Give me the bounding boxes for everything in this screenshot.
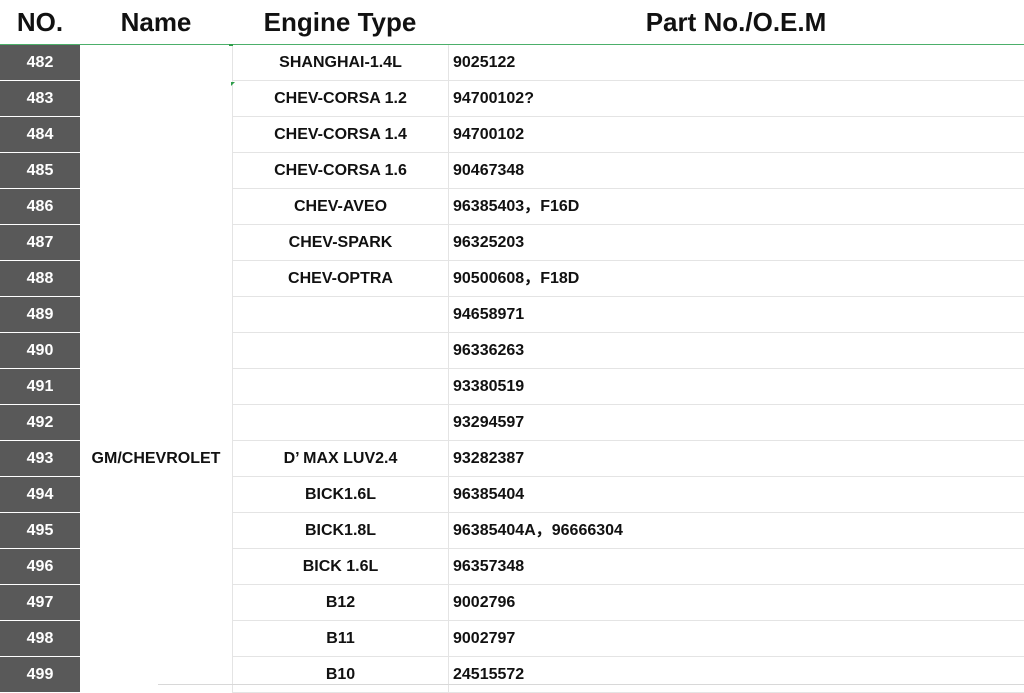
- header-name[interactable]: Name: [80, 0, 232, 44]
- row-number-cell[interactable]: 487: [0, 225, 80, 261]
- part-number-cell[interactable]: 94700102: [448, 117, 1024, 153]
- part-number-cell[interactable]: 96385403，F16D: [448, 189, 1024, 225]
- part-number-cell[interactable]: 24515572: [448, 657, 1024, 693]
- part-number-cell[interactable]: 96357348: [448, 549, 1024, 585]
- part-number-cell[interactable]: 94658971: [448, 297, 1024, 333]
- row-number-cell[interactable]: 495: [0, 513, 80, 549]
- engine-type-cell[interactable]: B12: [232, 585, 448, 621]
- engine-type-cell[interactable]: CHEV-OPTRA: [232, 261, 448, 297]
- header-part-no[interactable]: Part No./O.E.M: [448, 0, 1024, 44]
- engine-type-cell[interactable]: CHEV-SPARK: [232, 225, 448, 261]
- row-number-cell[interactable]: 497: [0, 585, 80, 621]
- cell-comment-marker: [229, 44, 233, 46]
- part-number-cell[interactable]: 96336263: [448, 333, 1024, 369]
- row-number-cell[interactable]: 493: [0, 441, 80, 477]
- part-number-cell[interactable]: 9002797: [448, 621, 1024, 657]
- engine-type-cell[interactable]: BICK 1.6L: [232, 549, 448, 585]
- bottom-border: [158, 684, 1024, 685]
- row-number-cell[interactable]: 482: [0, 45, 80, 81]
- part-number-cell[interactable]: 94700102?: [448, 81, 1024, 117]
- engine-type-cell[interactable]: BICK1.8L: [232, 513, 448, 549]
- engine-type-cell[interactable]: D’ MAX LUV2.4: [232, 441, 448, 477]
- cell-error-marker: [231, 82, 235, 86]
- row-number-cell[interactable]: 494: [0, 477, 80, 513]
- row-number-cell[interactable]: 489: [0, 297, 80, 333]
- part-number-cell[interactable]: 93294597: [448, 405, 1024, 441]
- row-number-cell[interactable]: 484: [0, 117, 80, 153]
- engine-type-cell[interactable]: [232, 405, 448, 441]
- table-header: NO. Name Engine Type Part No./O.E.M: [0, 0, 1024, 45]
- row-number-cell[interactable]: 485: [0, 153, 80, 189]
- part-number-cell[interactable]: 90467348: [448, 153, 1024, 189]
- part-number-cell[interactable]: 9025122: [448, 45, 1024, 81]
- header-no[interactable]: NO.: [0, 0, 80, 44]
- row-number-cell[interactable]: 491: [0, 369, 80, 405]
- row-number-cell[interactable]: 499: [0, 657, 80, 693]
- engine-type-cell[interactable]: [232, 333, 448, 369]
- engine-type-cell[interactable]: CHEV-AVEO: [232, 189, 448, 225]
- row-number-cell[interactable]: 498: [0, 621, 80, 657]
- part-number-cell[interactable]: 93282387: [448, 441, 1024, 477]
- engine-type-cell[interactable]: CHEV-CORSA 1.2: [232, 81, 448, 117]
- row-number-cell[interactable]: 496: [0, 549, 80, 585]
- part-number-cell[interactable]: 9002796: [448, 585, 1024, 621]
- engine-type-cell[interactable]: B10: [232, 657, 448, 693]
- engine-type-cell[interactable]: CHEV-CORSA 1.4: [232, 117, 448, 153]
- engine-type-cell[interactable]: B11: [232, 621, 448, 657]
- part-number-cell[interactable]: 96325203: [448, 225, 1024, 261]
- engine-type-cell[interactable]: SHANGHAI-1.4L: [232, 45, 448, 81]
- row-number-cell[interactable]: 483: [0, 81, 80, 117]
- engine-type-cell[interactable]: [232, 369, 448, 405]
- engine-type-cell[interactable]: CHEV-CORSA 1.6: [232, 153, 448, 189]
- row-number-cell[interactable]: 486: [0, 189, 80, 225]
- engine-type-cell[interactable]: [232, 297, 448, 333]
- name-merged-cell[interactable]: GM/CHEVROLET: [80, 45, 232, 686]
- parts-sheet: NO. Name Engine Type Part No./O.E.M 482 …: [0, 0, 1024, 693]
- group-name-label: GM/CHEVROLET: [91, 450, 221, 467]
- part-number-cell[interactable]: 90500608，F18D: [448, 261, 1024, 297]
- header-engine-type[interactable]: Engine Type: [232, 0, 448, 44]
- row-number-cell[interactable]: 492: [0, 405, 80, 441]
- part-number-cell[interactable]: 93380519: [448, 369, 1024, 405]
- part-number-cell[interactable]: 96385404A，96666304: [448, 513, 1024, 549]
- engine-type-cell[interactable]: BICK1.6L: [232, 477, 448, 513]
- row-number-cell[interactable]: 490: [0, 333, 80, 369]
- part-number-cell[interactable]: 96385404: [448, 477, 1024, 513]
- row-number-cell[interactable]: 488: [0, 261, 80, 297]
